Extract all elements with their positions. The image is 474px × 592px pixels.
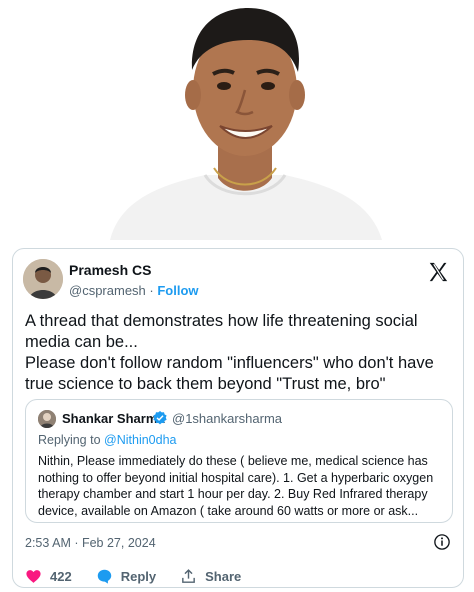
quote-text: Nithin, Please immediately do these ( be… — [38, 454, 434, 518]
heart-icon — [26, 569, 41, 583]
header-photo — [100, 0, 390, 240]
like-count: 422 — [50, 568, 72, 584]
tweet-timestamp[interactable]: 2:53 AM · Feb 27, 2024 — [25, 536, 156, 550]
quote-author-name[interactable]: Shankar Sharma — [62, 411, 165, 426]
replying-to-handle[interactable]: @Nithin0dha — [104, 433, 176, 447]
quote-author-handle[interactable]: @1shankarsharma — [172, 411, 282, 426]
share-button[interactable]: Share — [180, 568, 241, 585]
quote-author-avatar[interactable] — [38, 410, 56, 428]
like-button[interactable]: 422 — [25, 568, 72, 585]
share-icon — [182, 568, 195, 583]
action-bar: 422 Reply Share — [25, 567, 265, 585]
reply-bubble-icon — [97, 569, 111, 584]
info-icon[interactable] — [433, 533, 451, 551]
author-name[interactable]: Pramesh CS — [69, 262, 199, 278]
follow-button[interactable]: Follow — [157, 283, 198, 298]
tweet-text: A thread that demonstrates how life thre… — [25, 312, 434, 393]
verified-badge-icon — [153, 411, 167, 425]
x-logo-icon[interactable] — [427, 261, 449, 283]
reply-button[interactable]: Reply — [96, 568, 156, 585]
tweet-card[interactable]: Pramesh CS @cspramesh · Follow A thread … — [12, 248, 464, 588]
author-handle[interactable]: @cspramesh — [69, 283, 146, 298]
reply-label: Reply — [120, 568, 157, 584]
quoted-tweet[interactable]: Shankar Sharma @1shankarsharma Replying … — [25, 399, 453, 523]
replying-prefix: Replying to — [38, 433, 101, 447]
handle-row: @cspramesh · Follow — [69, 283, 199, 298]
replying-to-line: Replying to @Nithin0dha — [38, 433, 177, 447]
share-label: Share — [205, 568, 242, 584]
author-avatar[interactable] — [23, 259, 63, 299]
